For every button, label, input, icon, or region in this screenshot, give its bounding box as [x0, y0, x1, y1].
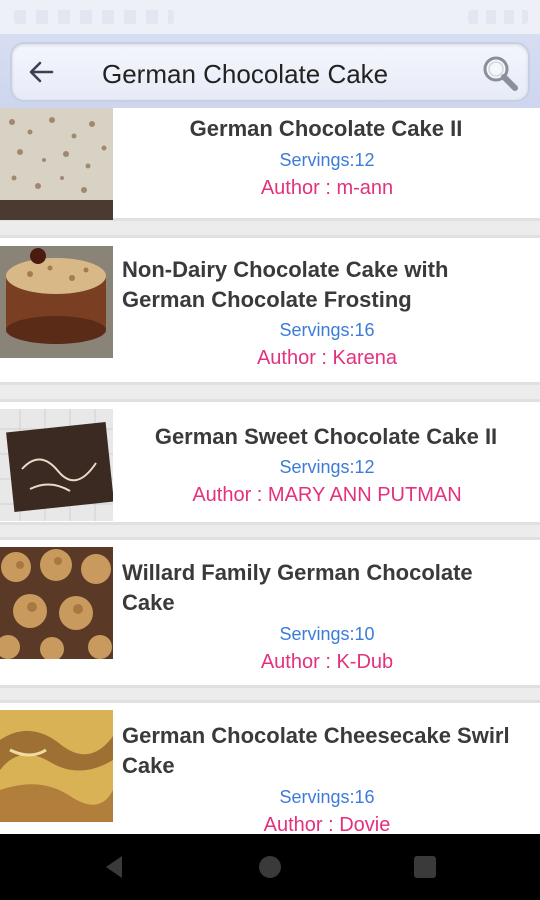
recipe-servings: Servings:16 [279, 320, 375, 340]
recipe-author: Author : Dovie [263, 814, 391, 834]
recipe-servings: Servings:10 [279, 624, 375, 644]
status-icons-left [14, 10, 174, 24]
magnifier-icon[interactable] [480, 53, 520, 93]
status-bar [0, 0, 540, 34]
recipe-servings: Servings:12 [279, 150, 375, 170]
list-item[interactable]: Non-Dairy Chocolate Cake with German Cho… [0, 235, 540, 385]
status-icons-right [468, 10, 528, 24]
recipe-thumbnail [0, 547, 113, 659]
list-item[interactable]: Willard Family German Chocolate Cake Ser… [0, 537, 540, 688]
recipe-title: Non-Dairy Chocolate Cake with German Cho… [122, 257, 449, 312]
list-item[interactable]: German Chocolate Cheesecake Swirl Cake S… [0, 700, 540, 834]
recipe-thumbnail [0, 246, 113, 358]
recipe-title: Willard Family German Chocolate Cake [122, 560, 473, 615]
recipe-author: Author : Karena [256, 347, 398, 369]
recipe-thumbnail [0, 409, 113, 521]
recipe-title: German Sweet Chocolate Cake II [154, 424, 498, 449]
recipe-list[interactable]: German Chocolate Cake II Servings:12 Aut… [0, 108, 540, 834]
circle-home-icon[interactable] [255, 852, 285, 882]
search-input[interactable]: German Chocolate Cake [102, 57, 472, 91]
recipe-title: German Chocolate Cheesecake Swirl Cake [122, 723, 510, 778]
recipe-author: Author : MARY ANN PUTMAN [192, 484, 462, 506]
recipe-servings: Servings:12 [279, 457, 375, 477]
list-item[interactable]: German Sweet Chocolate Cake II Servings:… [0, 399, 540, 525]
square-recents-icon[interactable] [410, 852, 440, 882]
navigation-bar [0, 834, 540, 900]
recipe-thumbnail [0, 710, 113, 822]
recipe-servings: Servings:16 [279, 787, 375, 807]
recipe-author: Author : m-ann [260, 177, 394, 199]
recipe-author: Author : K-Dub [260, 651, 394, 673]
triangle-back-icon[interactable] [100, 852, 130, 882]
list-item[interactable]: German Chocolate Cake II Servings:12 Aut… [0, 108, 540, 221]
recipe-thumbnail [0, 108, 113, 220]
arrow-left-icon[interactable] [26, 57, 56, 87]
recipe-title: German Chocolate Cake II [189, 116, 463, 141]
search-header: German Chocolate Cake [0, 34, 540, 108]
search-box: German Chocolate Cake [10, 42, 530, 102]
